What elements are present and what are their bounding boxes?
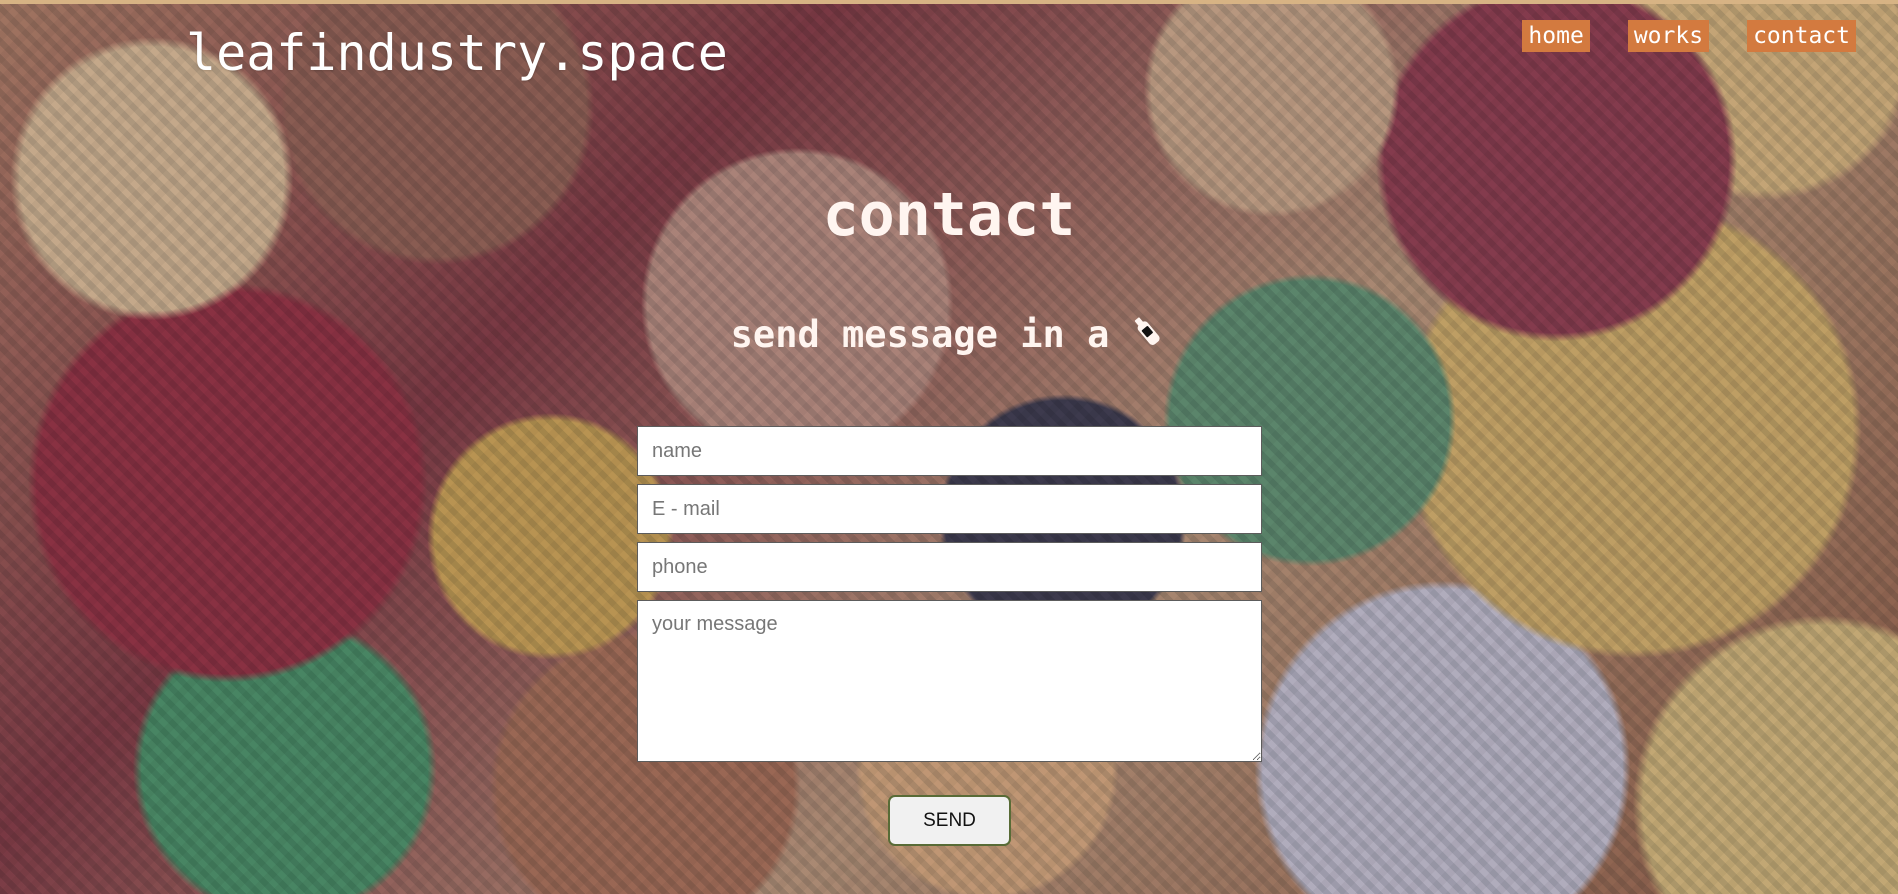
bottle-icon bbox=[1127, 312, 1167, 352]
nav-contact-link[interactable]: contact bbox=[1747, 20, 1856, 52]
page-title: contact bbox=[822, 180, 1076, 250]
phone-input[interactable] bbox=[637, 542, 1262, 592]
nav-home-link[interactable]: home bbox=[1522, 20, 1590, 52]
nav-works-link[interactable]: works bbox=[1627, 20, 1710, 52]
send-button[interactable]: SEND bbox=[888, 795, 1011, 846]
name-input[interactable] bbox=[637, 426, 1262, 476]
main-navigation: home works contact bbox=[1522, 20, 1856, 52]
contact-subtitle: send message in a bbox=[731, 314, 1168, 354]
contact-form bbox=[637, 426, 1262, 762]
subtitle-text: send message in a bbox=[730, 312, 1110, 356]
email-input[interactable] bbox=[637, 484, 1262, 534]
message-textarea[interactable] bbox=[637, 600, 1262, 762]
top-border-line bbox=[0, 0, 1898, 4]
site-title: leafindustry.space bbox=[186, 24, 728, 82]
